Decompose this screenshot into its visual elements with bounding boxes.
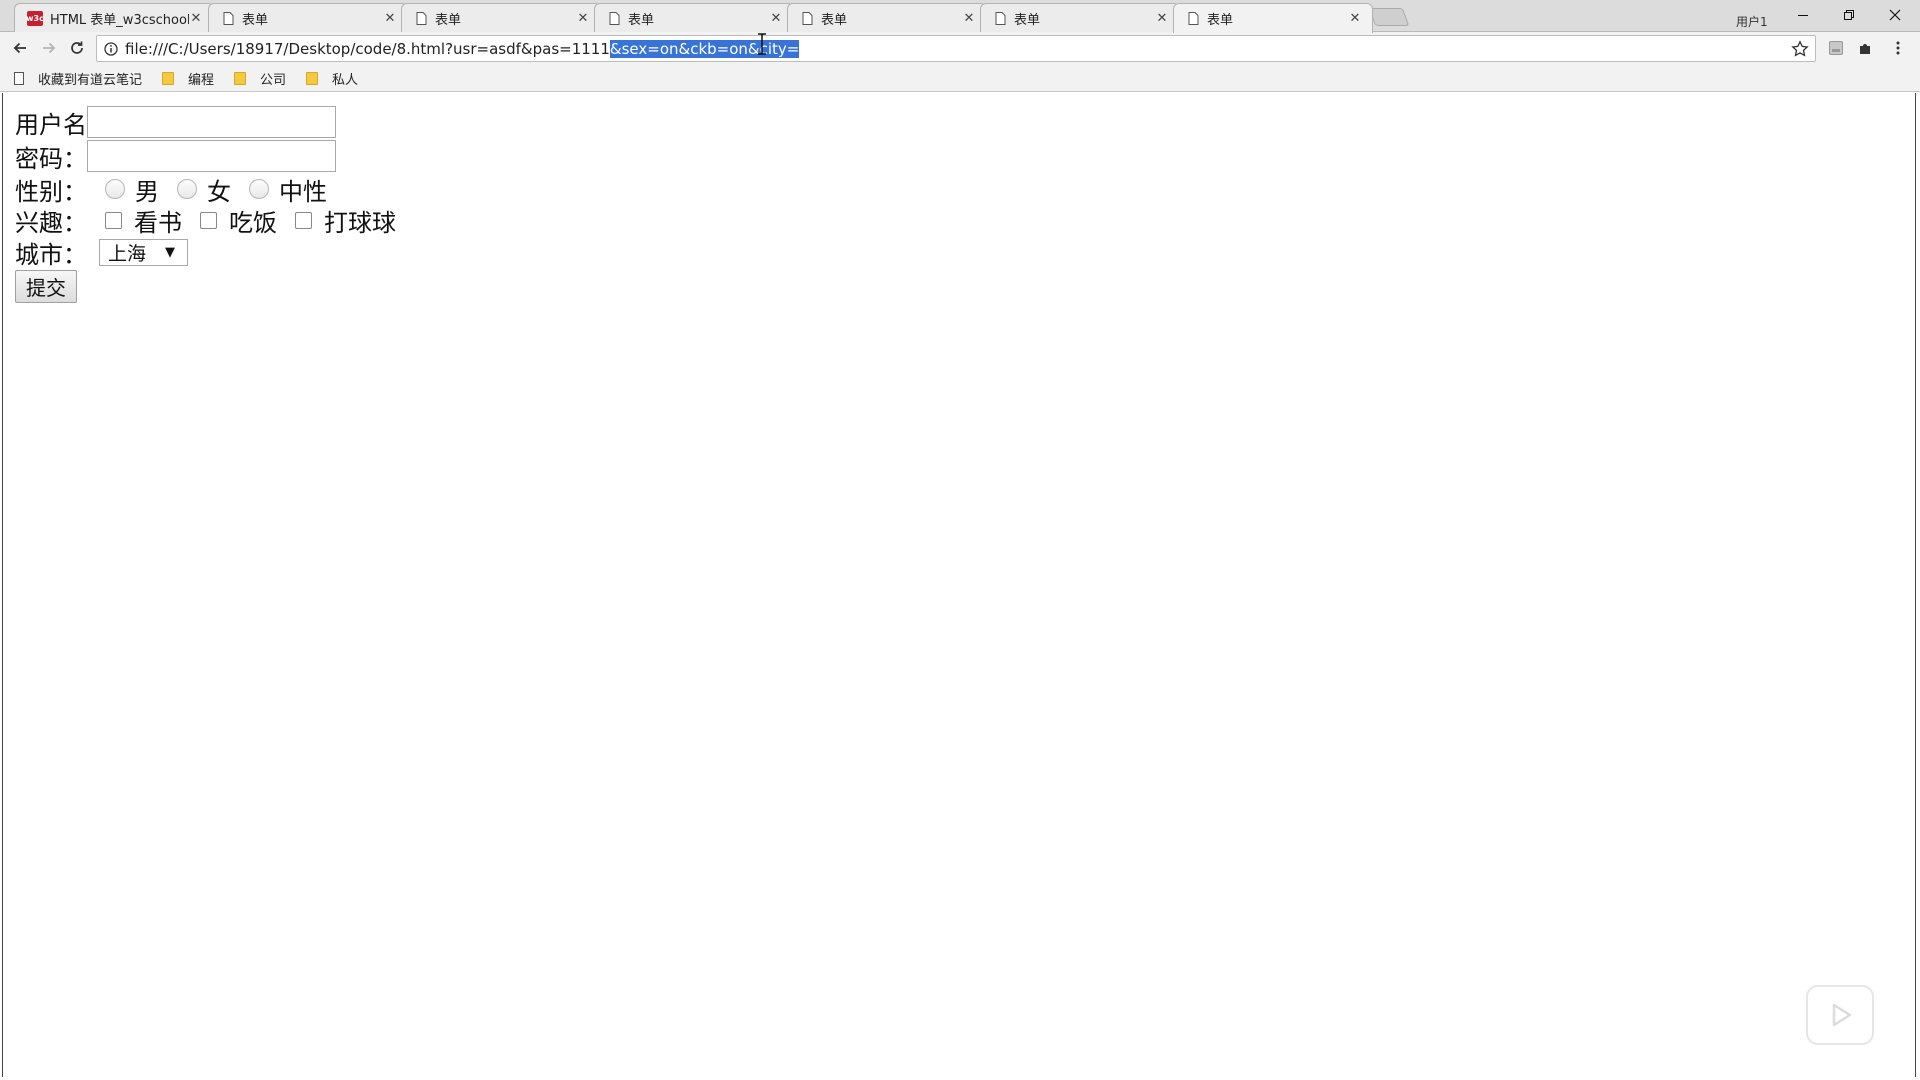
tab-form-5[interactable]: 表单 ✕ bbox=[980, 3, 1180, 32]
city-select[interactable]: 上海 ▼ bbox=[99, 239, 188, 266]
page-icon bbox=[414, 11, 428, 26]
page-icon bbox=[607, 11, 621, 26]
gender-label: 性别： bbox=[15, 177, 87, 206]
submit-button[interactable]: 提交 bbox=[15, 270, 77, 303]
info-icon[interactable] bbox=[103, 41, 119, 57]
browser-toolbar: file:///C:/Users/18917/Desktop/code/8.ht… bbox=[0, 32, 1920, 65]
tab-title: 表单 bbox=[435, 12, 462, 28]
restore-icon[interactable] bbox=[1826, 2, 1872, 28]
profile-label[interactable]: 用户1 bbox=[1736, 13, 1768, 30]
back-icon[interactable] bbox=[8, 36, 32, 60]
tab-title: 表单 bbox=[821, 12, 848, 28]
bookmarks-bar: 收藏到有道云笔记 编程 公司 私人 bbox=[0, 65, 1920, 92]
menu-icon[interactable] bbox=[1888, 38, 1908, 58]
username-label: 用户名 bbox=[15, 110, 87, 139]
username-row: 用户名 bbox=[15, 105, 410, 139]
minimize-icon[interactable] bbox=[1780, 2, 1826, 28]
text-cursor-icon bbox=[757, 33, 767, 55]
bookmark-youdao[interactable]: 收藏到有道云笔记 bbox=[14, 69, 142, 88]
folder-icon bbox=[234, 71, 247, 85]
page-icon bbox=[1186, 11, 1200, 26]
city-label: 城市： bbox=[15, 241, 87, 269]
page-viewport: 用户名 密码： 性别： 男 女 中性 兴趣： 看书 吃饭 打球球 城市： 上海 … bbox=[2, 93, 1916, 1077]
bookmark-label: 收藏到有道云笔记 bbox=[38, 72, 143, 88]
close-icon[interactable]: ✕ bbox=[962, 11, 976, 26]
tab-title: 表单 bbox=[1207, 13, 1234, 28]
extension-puzzle-icon[interactable] bbox=[1856, 38, 1876, 58]
close-window-icon[interactable] bbox=[1872, 2, 1918, 28]
bookmark-folder-private[interactable]: 私人 bbox=[306, 69, 358, 88]
close-icon[interactable]: ✕ bbox=[383, 11, 397, 26]
address-bar[interactable]: file:///C:/Users/18917/Desktop/code/8.ht… bbox=[96, 35, 1816, 62]
url-text[interactable]: file:///C:/Users/18917/Desktop/code/8.ht… bbox=[125, 40, 610, 58]
extension-reader-icon[interactable] bbox=[1826, 38, 1846, 58]
bookmark-label: 公司 bbox=[260, 72, 287, 88]
tab-form-4[interactable]: 表单 ✕ bbox=[787, 3, 987, 32]
close-icon[interactable]: ✕ bbox=[1348, 11, 1362, 26]
close-icon[interactable]: ✕ bbox=[1155, 11, 1169, 26]
hobby-checkbox-eating[interactable] bbox=[200, 212, 217, 229]
tab-title: 表单 bbox=[1014, 12, 1041, 28]
close-icon[interactable]: ✕ bbox=[769, 11, 783, 26]
password-label: 密码： bbox=[15, 144, 87, 173]
url-selected-text[interactable]: &sex=on&ckb=on&city= bbox=[609, 39, 800, 58]
hobby-checkbox-ball[interactable] bbox=[295, 212, 312, 229]
password-row: 密码： bbox=[15, 139, 410, 173]
tab-title: 表单 bbox=[242, 12, 269, 28]
page-icon bbox=[14, 71, 24, 85]
reload-icon[interactable] bbox=[65, 36, 89, 60]
hobby-label: 兴趣： bbox=[15, 209, 87, 237]
folder-icon bbox=[162, 71, 175, 85]
hobby-option-label: 吃饭 bbox=[229, 209, 277, 237]
gender-radio-neutral[interactable] bbox=[249, 179, 269, 199]
gender-option-label: 女 bbox=[207, 177, 231, 206]
gender-option-label: 中性 bbox=[279, 177, 327, 206]
hobby-option-label: 看书 bbox=[134, 209, 182, 237]
signup-form: 用户名 密码： 性别： 男 女 中性 兴趣： 看书 吃饭 打球球 城市： 上海 … bbox=[15, 105, 410, 303]
folder-icon bbox=[306, 71, 319, 85]
hobby-row: 兴趣： 看书 吃饭 打球球 bbox=[15, 205, 410, 237]
close-icon[interactable]: ✕ bbox=[576, 11, 590, 26]
tab-form-2[interactable]: 表单 ✕ bbox=[401, 3, 601, 32]
tab-form-3[interactable]: 表单 ✕ bbox=[594, 3, 794, 32]
tab-form-active[interactable]: 表单 ✕ bbox=[1173, 3, 1373, 33]
bookmark-label: 私人 bbox=[332, 72, 359, 88]
gender-radio-female[interactable] bbox=[177, 179, 197, 199]
gender-row: 性别： 男 女 中性 bbox=[15, 173, 410, 206]
city-row: 城市： 上海 ▼ bbox=[15, 236, 410, 269]
bookmark-folder-programming[interactable]: 编程 bbox=[162, 69, 214, 88]
page-icon bbox=[993, 11, 1007, 26]
username-input[interactable] bbox=[87, 106, 336, 138]
w3c-icon: w3c bbox=[26, 10, 44, 26]
bookmark-folder-company[interactable]: 公司 bbox=[234, 69, 286, 88]
forward-icon[interactable] bbox=[37, 36, 61, 60]
gender-radio-male[interactable] bbox=[105, 179, 125, 199]
hobby-option-label: 打球球 bbox=[324, 209, 396, 237]
tab-form-1[interactable]: 表单 ✕ bbox=[208, 3, 408, 32]
page-icon bbox=[221, 11, 235, 26]
bookmark-label: 编程 bbox=[188, 72, 215, 88]
tab-title: HTML 表单_w3cschool bbox=[50, 12, 189, 28]
play-button[interactable] bbox=[1806, 985, 1874, 1045]
tab-strip: w3c HTML 表单_w3cschool ✕ 表单 ✕ 表单 ✕ 表单 ✕ 表… bbox=[0, 0, 1920, 33]
page-icon bbox=[800, 11, 814, 26]
tab-title: 表单 bbox=[628, 12, 655, 28]
tab-w3cschool[interactable]: w3c HTML 表单_w3cschool ✕ bbox=[14, 3, 214, 32]
password-input[interactable] bbox=[87, 140, 336, 172]
dropdown-arrow-icon: ▼ bbox=[165, 245, 175, 260]
city-selected-value: 上海 bbox=[108, 243, 147, 265]
close-icon[interactable]: ✕ bbox=[189, 11, 203, 26]
bookmark-star-icon[interactable] bbox=[1791, 40, 1809, 58]
hobby-checkbox-reading[interactable] bbox=[105, 212, 122, 229]
gender-option-label: 男 bbox=[135, 177, 159, 206]
new-tab-button[interactable] bbox=[1368, 8, 1410, 26]
submit-row: 提交 bbox=[15, 269, 410, 303]
